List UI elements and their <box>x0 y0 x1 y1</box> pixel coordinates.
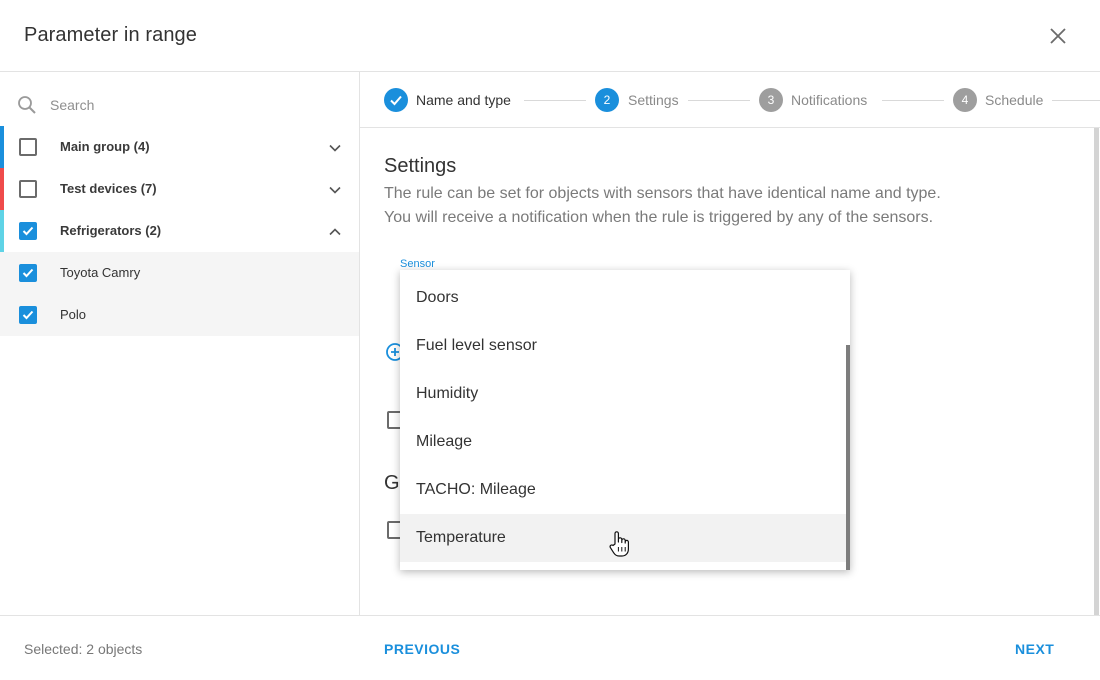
tree-group-main-group[interactable]: Main group (4) <box>0 126 359 168</box>
check-icon <box>384 88 408 112</box>
settings-description-line1: The rule can be set for objects with sen… <box>384 185 941 202</box>
content-scrollbar[interactable] <box>1094 128 1099 615</box>
item-label: Polo <box>60 307 87 322</box>
dialog-footer: Selected: 2 objects PREVIOUS NEXT <box>0 615 1100 680</box>
group-label: Refrigerators (2) <box>60 223 162 238</box>
step-connector <box>1052 100 1100 101</box>
dialog-title: Parameter in range <box>24 24 198 46</box>
step-label-notifications[interactable]: Notifications <box>791 92 867 108</box>
step-number: 4 <box>953 88 977 112</box>
previous-button[interactable]: PREVIOUS <box>384 641 460 657</box>
dropdown-option-fuel-level-sensor[interactable]: Fuel level sensor <box>400 322 846 370</box>
group-label: Test devices (7) <box>60 181 157 196</box>
tree-group-refrigerators[interactable]: Refrigerators (2) <box>0 210 359 252</box>
section-title: Settings <box>384 155 457 177</box>
step-label-name-and-type[interactable]: Name and type <box>416 92 511 108</box>
item-label: Toyota Camry <box>60 265 141 280</box>
close-icon[interactable] <box>1046 24 1070 48</box>
chevron-down-icon[interactable] <box>326 181 344 199</box>
group-label: Main group (4) <box>60 139 150 154</box>
checkbox-checked[interactable] <box>19 306 37 324</box>
step-connector <box>688 100 750 101</box>
dropdown-scrollbar[interactable] <box>846 345 850 570</box>
dropdown-option-mileage[interactable]: Mileage <box>400 418 846 466</box>
tree-item-polo[interactable]: Polo <box>0 294 359 336</box>
sensor-dropdown-menu: Doors Fuel level sensor Humidity Mileage… <box>400 270 850 570</box>
checkbox[interactable] <box>19 138 37 156</box>
next-button[interactable]: NEXT <box>1015 641 1054 657</box>
checkbox[interactable] <box>19 180 37 198</box>
checkbox-checked[interactable] <box>19 264 37 282</box>
sensor-field-label: Sensor <box>400 258 435 270</box>
dialog-header: Parameter in range <box>0 0 1100 72</box>
step-label-schedule[interactable]: Schedule <box>985 92 1043 108</box>
step-label-settings[interactable]: Settings <box>628 92 679 108</box>
chevron-down-icon[interactable] <box>326 139 344 157</box>
group-color-bar <box>0 210 4 252</box>
step-connector <box>524 100 586 101</box>
chevron-up-icon[interactable] <box>326 223 344 241</box>
search-icon <box>17 95 37 115</box>
step-number: 2 <box>595 88 619 112</box>
group-color-bar <box>0 126 4 168</box>
dropdown-option-doors[interactable]: Doors <box>400 274 846 322</box>
step-number: 3 <box>759 88 783 112</box>
object-sidebar: Main group (4) Test devices (7) Refriger… <box>0 72 360 615</box>
tree-group-test-devices[interactable]: Test devices (7) <box>0 168 359 210</box>
section-heading-partial: G <box>384 472 400 494</box>
step-connector <box>882 100 944 101</box>
selected-count: Selected: 2 objects <box>24 641 143 657</box>
settings-description-line2: You will receive a notification when the… <box>384 209 934 226</box>
search-row <box>0 84 359 124</box>
checkbox-checked[interactable] <box>19 222 37 240</box>
tree-item-toyota-camry[interactable]: Toyota Camry <box>0 252 359 294</box>
hand-cursor-icon <box>608 530 630 558</box>
group-color-bar <box>0 168 4 210</box>
dropdown-option-humidity[interactable]: Humidity <box>400 370 846 418</box>
search-input[interactable] <box>50 92 340 118</box>
dropdown-option-tacho-mileage[interactable]: TACHO: Mileage <box>400 466 846 514</box>
wizard-stepper: Name and type 2 Settings 3 Notifications… <box>360 72 1100 128</box>
